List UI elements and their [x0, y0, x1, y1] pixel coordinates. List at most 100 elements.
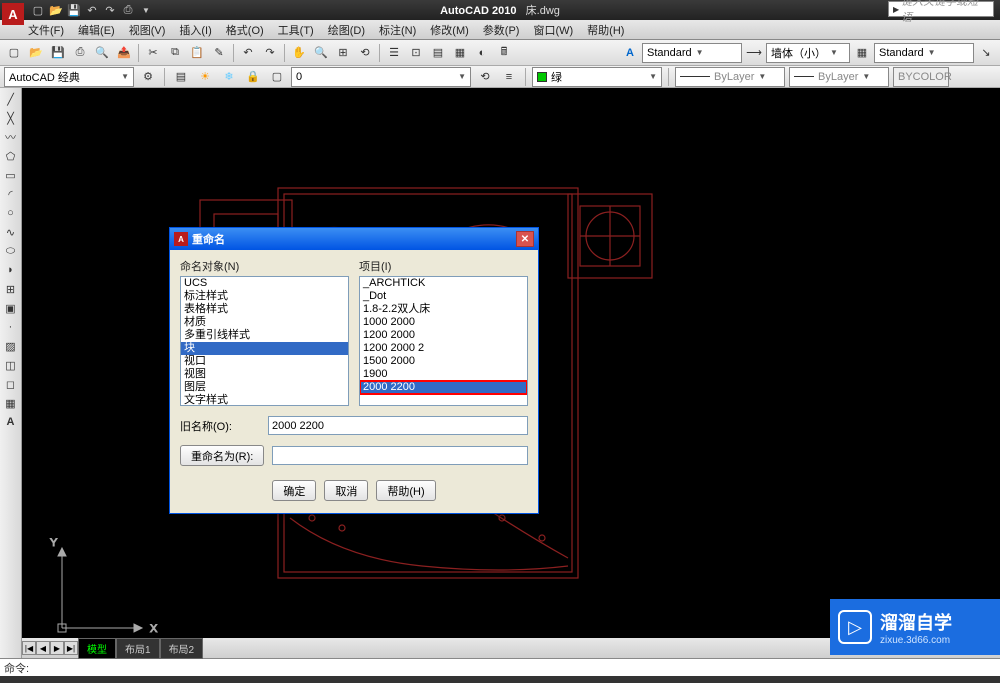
- menu-modify[interactable]: 修改(M): [430, 22, 469, 38]
- rectangle-icon[interactable]: ▭: [2, 166, 20, 184]
- named-object-item[interactable]: 表格样式: [181, 303, 348, 316]
- match-icon[interactable]: ✎: [209, 43, 229, 63]
- new-icon[interactable]: ▢: [4, 43, 24, 63]
- named-object-item[interactable]: 材质: [181, 316, 348, 329]
- qat-new-icon[interactable]: ▢: [30, 2, 46, 18]
- sheet-set-icon[interactable]: ▦: [450, 43, 470, 63]
- calc-icon[interactable]: 🖩: [494, 43, 514, 63]
- menu-edit[interactable]: 编辑(E): [78, 22, 115, 38]
- named-object-item[interactable]: 视图: [181, 368, 348, 381]
- copy-icon[interactable]: ⧉: [165, 43, 185, 63]
- qat-open-icon[interactable]: 📂: [48, 2, 64, 18]
- undo-icon[interactable]: ↶: [238, 43, 258, 63]
- dim-style-dropdown[interactable]: 墙体（小）▼: [766, 43, 850, 63]
- qat-undo-icon[interactable]: ↶: [84, 2, 100, 18]
- dim-style-icon[interactable]: ⟶: [744, 43, 764, 63]
- menu-file[interactable]: 文件(F): [28, 22, 64, 38]
- tab-model[interactable]: 模型: [78, 638, 116, 659]
- command-line[interactable]: 命令:: [0, 658, 1000, 676]
- menu-format[interactable]: 格式(O): [226, 22, 264, 38]
- help-button[interactable]: 帮助(H): [376, 480, 435, 501]
- paste-icon[interactable]: 📋: [187, 43, 207, 63]
- item-list-item[interactable]: 1500 2000: [360, 355, 527, 368]
- tab-next-icon[interactable]: ▶: [50, 641, 64, 655]
- zoom-prev-icon[interactable]: ⟲: [355, 43, 375, 63]
- tab-last-icon[interactable]: ▶|: [64, 641, 78, 655]
- named-object-item[interactable]: 视口: [181, 355, 348, 368]
- qat-save-icon[interactable]: 💾: [66, 2, 82, 18]
- properties-icon[interactable]: ☰: [384, 43, 404, 63]
- spline-icon[interactable]: ∿: [2, 223, 20, 241]
- zoom-icon[interactable]: 🔍: [311, 43, 331, 63]
- menu-insert[interactable]: 插入(I): [179, 22, 211, 38]
- named-object-item[interactable]: UCS: [181, 277, 348, 290]
- preview-icon[interactable]: 🔍: [92, 43, 112, 63]
- layer-color-icon[interactable]: ▢: [267, 67, 287, 87]
- publish-icon[interactable]: 📤: [114, 43, 134, 63]
- text-style-dropdown[interactable]: Standard▼: [642, 43, 742, 63]
- open-icon[interactable]: 📂: [26, 43, 46, 63]
- menu-window[interactable]: 窗口(W): [533, 22, 573, 38]
- app-logo[interactable]: A: [2, 3, 24, 25]
- old-name-input[interactable]: [268, 416, 528, 435]
- item-list-item[interactable]: _ARCHTICK: [360, 277, 527, 290]
- menu-dimension[interactable]: 标注(N): [379, 22, 416, 38]
- table-style-icon[interactable]: ▦: [852, 43, 872, 63]
- tab-prev-icon[interactable]: ◀: [36, 641, 50, 655]
- menu-draw[interactable]: 绘图(D): [328, 22, 365, 38]
- dialog-close-icon[interactable]: ✕: [516, 231, 534, 247]
- layer-state-icon[interactable]: ≡: [499, 67, 519, 87]
- layer-props-icon[interactable]: ▤: [171, 67, 191, 87]
- item-list-item[interactable]: _Dot: [360, 290, 527, 303]
- design-center-icon[interactable]: ⊡: [406, 43, 426, 63]
- named-objects-listbox[interactable]: UCS标注样式表格样式材质多重引线样式块视口视图图层文字样式线型: [180, 276, 349, 406]
- layer-dropdown[interactable]: 0 ▼: [291, 67, 471, 87]
- color-dropdown[interactable]: 绿 ▼: [532, 67, 662, 87]
- line-icon[interactable]: ╱: [2, 90, 20, 108]
- tab-layout2[interactable]: 布局2: [160, 638, 204, 659]
- qat-dropdown-icon[interactable]: ▼: [138, 2, 154, 18]
- ellipse-icon[interactable]: ⬭: [2, 242, 20, 260]
- item-list-item[interactable]: 1900: [360, 368, 527, 381]
- named-object-item[interactable]: 标注样式: [181, 290, 348, 303]
- menu-tools[interactable]: 工具(T): [278, 22, 314, 38]
- point-icon[interactable]: ·: [2, 318, 20, 336]
- make-block-icon[interactable]: ▣: [2, 299, 20, 317]
- item-list-item[interactable]: 1.8-2.2双人床: [360, 303, 527, 316]
- polyline-icon[interactable]: 〰: [2, 128, 20, 146]
- named-object-item[interactable]: 文字样式: [181, 394, 348, 406]
- text-style-icon[interactable]: A: [620, 43, 640, 63]
- layer-lock-icon[interactable]: 🔒: [243, 67, 263, 87]
- gradient-icon[interactable]: ◫: [2, 356, 20, 374]
- rename-to-input[interactable]: [272, 446, 528, 465]
- region-icon[interactable]: ◻: [2, 375, 20, 393]
- polygon-icon[interactable]: ⬠: [2, 147, 20, 165]
- qat-redo-icon[interactable]: ↷: [102, 2, 118, 18]
- tab-layout1[interactable]: 布局1: [116, 638, 160, 659]
- plotstyle-dropdown[interactable]: BYCOLOR: [893, 67, 949, 87]
- menu-parametric[interactable]: 参数(P): [483, 22, 520, 38]
- xline-icon[interactable]: ╳: [2, 109, 20, 127]
- item-list-item[interactable]: 1200 2000 2: [360, 342, 527, 355]
- table-style-dropdown[interactable]: Standard▼: [874, 43, 974, 63]
- menu-view[interactable]: 视图(V): [129, 22, 166, 38]
- hatch-icon[interactable]: ▨: [2, 337, 20, 355]
- zoom-window-icon[interactable]: ⊞: [333, 43, 353, 63]
- named-object-item[interactable]: 块: [181, 342, 348, 355]
- insert-block-icon[interactable]: ⊞: [2, 280, 20, 298]
- ok-button[interactable]: 确定: [272, 480, 316, 501]
- items-listbox[interactable]: _ARCHTICK_Dot1.8-2.2双人床1000 20001200 200…: [359, 276, 528, 406]
- print-icon[interactable]: ⎙: [70, 43, 90, 63]
- tool-palette-icon[interactable]: ▤: [428, 43, 448, 63]
- redo-icon[interactable]: ↷: [260, 43, 280, 63]
- linetype-dropdown[interactable]: ByLayer ▼: [675, 67, 785, 87]
- save-icon[interactable]: 💾: [48, 43, 68, 63]
- item-list-item[interactable]: 1000 2000: [360, 316, 527, 329]
- arc-icon[interactable]: ◜: [2, 185, 20, 203]
- item-list-item[interactable]: 1200 2000: [360, 329, 527, 342]
- named-object-item[interactable]: 图层: [181, 381, 348, 394]
- item-list-item[interactable]: 2000 2200: [360, 381, 527, 394]
- pan-icon[interactable]: ✋: [289, 43, 309, 63]
- help-search-input[interactable]: 键入关键字或短语: [888, 1, 994, 17]
- cut-icon[interactable]: ✂: [143, 43, 163, 63]
